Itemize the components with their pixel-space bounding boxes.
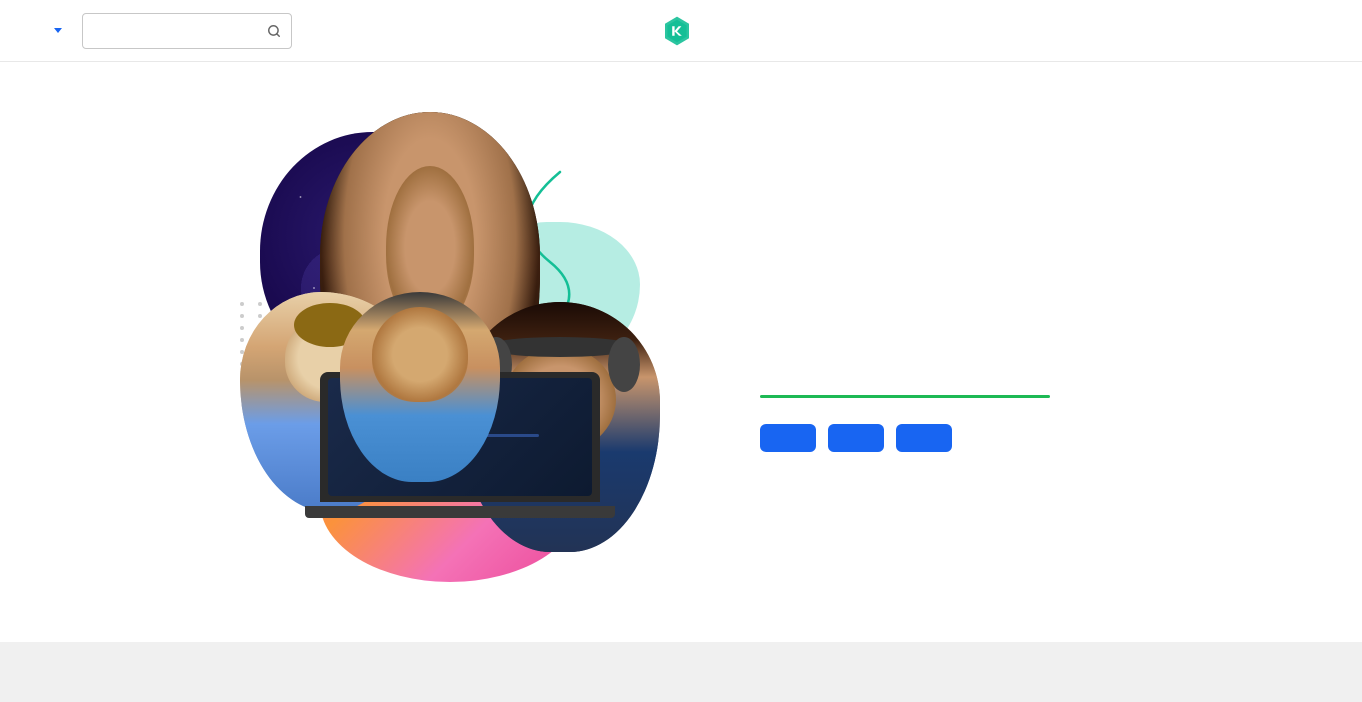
hero-title [760,272,1282,392]
search-box [82,13,292,49]
student-laptop-image [340,292,500,482]
header-center [661,15,701,47]
learners-button[interactable] [760,424,816,452]
hero-collage: const dotsContainer = document.querySele… [120,102,700,602]
courses-button[interactable] [40,22,70,39]
hero-content [700,252,1282,452]
cta-buttons-group [760,424,1282,452]
footer-gray-bar [0,642,1362,702]
search-input[interactable] [93,22,263,39]
khan-academy-logo-icon [661,15,693,47]
teachers-button[interactable] [828,424,884,452]
chevron-down-icon [54,28,62,33]
parents-button[interactable] [896,424,952,452]
search-icon [267,22,281,40]
hero-section: const dotsContainer = document.querySele… [0,62,1362,642]
main-header [0,0,1362,62]
laptop-base [305,506,615,518]
header-left [40,13,292,49]
